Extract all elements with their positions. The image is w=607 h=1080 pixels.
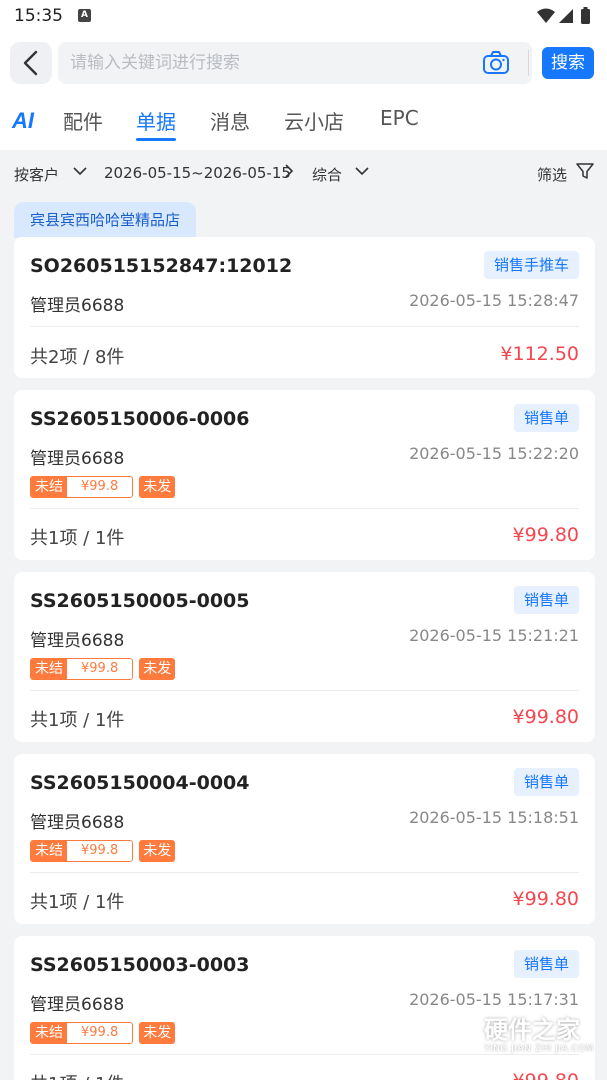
chevron-down-icon[interactable] [355, 164, 369, 178]
active-tab-indicator [136, 138, 176, 141]
status-tags: 未结 ¥99.8 未发 [30, 476, 176, 498]
system-icons [537, 7, 590, 24]
tab-ai[interactable]: AI [12, 108, 34, 134]
order-number: SS2605150004-0004 [30, 772, 250, 794]
tab-parts[interactable]: 配件 [63, 106, 103, 135]
watermark: 硬件之家 YING JIAN ZHI JIA.COM [434, 1004, 604, 1074]
search-box [58, 42, 532, 84]
order-type-badge: 销售单 [513, 404, 579, 432]
unsettled-tag: 未结 ¥99.8 [30, 840, 134, 862]
notification-icon: A [78, 9, 91, 22]
order-amount: ¥99.80 [512, 706, 579, 728]
watermark-logo-icon [441, 1008, 479, 1052]
order-amount: ¥99.80 [512, 524, 579, 546]
order-summary: 共2项 / 8件 [30, 347, 125, 368]
chevron-right-icon[interactable] [282, 164, 296, 178]
filter-button-label[interactable]: 筛选 [537, 164, 567, 185]
battery-icon [581, 9, 590, 24]
order-number: SS2605150003-0003 [30, 954, 250, 976]
back-button[interactable] [10, 42, 52, 84]
unsettled-tag: 未结 ¥99.8 [30, 476, 134, 498]
filter-bar: 按客户 2026-05-15~2026-05-15 综合 筛选 [0, 150, 607, 198]
order-summary: 共1项 / 1件 [30, 528, 125, 549]
order-card[interactable]: SS2605150005-0005 销售单 管理员6688 2026-05-15… [14, 572, 595, 742]
unshipped-tag: 未发 [139, 476, 176, 498]
wifi-icon [537, 8, 555, 23]
operator-name: 管理员6688 [30, 995, 125, 1015]
watermark-title: 硬件之家 [484, 1016, 580, 1044]
order-type-badge: 销售单 [513, 586, 579, 614]
watermark-subtitle: YING JIAN ZHI JIA.COM [484, 1044, 595, 1054]
chevron-down-icon[interactable] [73, 164, 87, 178]
order-summary: 共1项 / 1件 [30, 1070, 124, 1080]
order-number: SS2605150005-0005 [30, 590, 250, 612]
operator-name: 管理员6688 [30, 631, 125, 651]
order-type-badge: 销售手推车 [483, 251, 579, 279]
status-tags: 未结 ¥99.8 未发 [30, 1022, 176, 1044]
order-datetime: 2026-05-15 15:22:20 [409, 444, 579, 463]
camera-icon[interactable] [482, 50, 510, 76]
operator-name: 管理员6688 [30, 449, 125, 469]
tab-messages[interactable]: 消息 [210, 106, 250, 135]
tab-documents[interactable]: 单据 [136, 106, 176, 135]
card-divider [30, 690, 579, 691]
status-tags: 未结 ¥99.8 未发 [30, 658, 176, 680]
operator-name: 管理员6688 [30, 296, 125, 316]
tab-epc[interactable]: EPC [380, 106, 419, 130]
search-input[interactable] [70, 42, 470, 84]
order-summary: 共1项 / 1件 [30, 892, 125, 913]
unshipped-tag: 未发 [139, 840, 176, 862]
order-type-badge: 销售单 [513, 768, 579, 796]
sort-filter[interactable]: 综合 [312, 164, 342, 185]
status-tags: 未结 ¥99.8 未发 [30, 840, 176, 862]
order-datetime: 2026-05-15 15:18:51 [409, 808, 579, 827]
unshipped-tag: 未发 [139, 658, 176, 680]
order-number: SO260515152847:12012 [30, 255, 293, 277]
operator-name: 管理员6688 [30, 813, 125, 833]
order-card[interactable]: SS2605150006-0006 销售单 管理员6688 2026-05-15… [14, 390, 595, 560]
customer-filter[interactable]: 按客户 [14, 164, 59, 185]
order-type-badge: 销售单 [513, 950, 579, 978]
tab-cloud-store[interactable]: 云小店 [284, 106, 344, 135]
card-divider [30, 508, 579, 509]
card-divider [30, 326, 579, 327]
order-datetime: 2026-05-15 15:28:47 [409, 291, 579, 310]
store-name-tag: 宾县宾西哈哈堂精品店 [14, 202, 197, 238]
search-button[interactable]: 搜索 [542, 47, 594, 79]
signal-icon [559, 9, 573, 23]
back-arrow-icon [23, 50, 38, 76]
unsettled-tag: 未结 ¥99.8 [30, 1022, 134, 1044]
order-card[interactable]: SO260515152847:12012 销售手推车 管理员6688 2026-… [14, 237, 595, 378]
order-card[interactable]: SS2605150004-0004 销售单 管理员6688 2026-05-15… [14, 754, 595, 924]
unshipped-tag: 未发 [139, 1022, 176, 1044]
order-amount: ¥99.80 [512, 888, 579, 910]
tab-bar: AI 配件 单据 消息 云小店 EPC [0, 102, 607, 146]
header: 搜索 AI 配件 单据 消息 云小店 EPC [0, 34, 607, 150]
status-time: 15:35 [14, 6, 63, 26]
order-amount: ¥112.50 [500, 343, 579, 365]
order-number: SS2605150006-0006 [30, 408, 250, 430]
unsettled-tag: 未结 ¥99.8 [30, 658, 134, 680]
status-bar: 15:35 A [0, 0, 607, 34]
order-datetime: 2026-05-15 15:21:21 [409, 626, 579, 645]
filter-funnel-icon[interactable] [576, 162, 594, 180]
card-divider [30, 872, 579, 873]
search-divider [528, 50, 529, 76]
date-range-filter[interactable]: 2026-05-15~2026-05-15 [104, 164, 291, 182]
order-summary: 共1项 / 1件 [30, 710, 125, 731]
